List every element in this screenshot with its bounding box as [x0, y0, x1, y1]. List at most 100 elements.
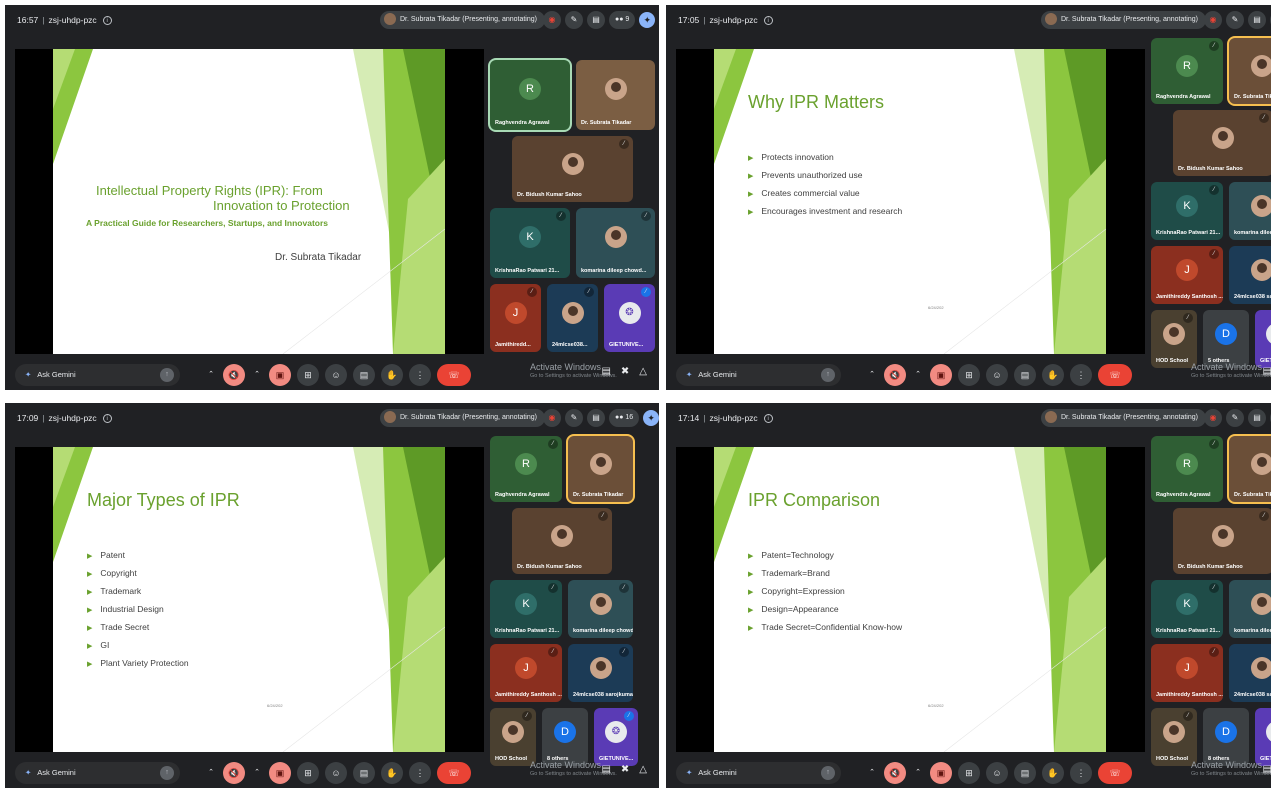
- participant-tile[interactable]: K ⁄ KrishnaRao Patwari 21...: [490, 208, 570, 278]
- raise-hand-icon[interactable]: ✋: [1042, 762, 1064, 784]
- host-controls-lock-icon[interactable]: △: [639, 764, 647, 775]
- camera-off-icon[interactable]: ▣: [930, 762, 952, 784]
- captions-icon[interactable]: ▤: [1014, 364, 1036, 386]
- emoji-icon[interactable]: ☺: [986, 364, 1008, 386]
- presenter-indicator[interactable]: Dr. Subrata Tikadar (Presenting, annotat…: [380, 11, 545, 29]
- info-icon[interactable]: i: [102, 414, 112, 424]
- present-icon[interactable]: ⊞: [297, 762, 319, 784]
- mic-options-chevron-icon[interactable]: ⌃: [866, 364, 878, 386]
- more-options-icon[interactable]: ⋮: [1070, 762, 1092, 784]
- gemini-badge-icon[interactable]: ✦: [643, 410, 659, 426]
- emoji-icon[interactable]: ☺: [325, 364, 347, 386]
- chat-icon[interactable]: ▤: [601, 764, 610, 775]
- participant-tile[interactable]: J ⁄ Jamithireddy Santhosh ...: [1151, 644, 1223, 702]
- mic-off-icon[interactable]: 🔇: [223, 364, 245, 386]
- send-arrow-icon[interactable]: ↑: [160, 368, 174, 382]
- participant-tile[interactable]: K ⁄ KrishnaRao Patwari 21...: [490, 580, 562, 638]
- participant-tile[interactable]: Dr. Subrata Tikadar: [1229, 38, 1271, 104]
- participant-tile[interactable]: Dr. Subrata Tikadar: [568, 436, 633, 502]
- emoji-icon[interactable]: ☺: [325, 762, 347, 784]
- end-call-icon[interactable]: ☏: [1098, 762, 1132, 784]
- gemini-badge-icon[interactable]: ✦: [639, 12, 656, 28]
- end-call-icon[interactable]: ☏: [437, 762, 471, 784]
- participant-tile[interactable]: ⁄komarina dileep chowd...: [576, 208, 655, 278]
- participant-tile[interactable]: J ⁄ Jamithireddy Santhosh ...: [490, 644, 562, 702]
- info-icon[interactable]: i: [102, 16, 112, 26]
- participant-tile[interactable]: Dr. Subrata Tikadar: [576, 60, 655, 130]
- mic-options-chevron-icon[interactable]: ⌃: [866, 762, 878, 784]
- participant-tile[interactable]: ⁄ 24mlcse038...: [547, 284, 598, 352]
- present-icon[interactable]: ⊞: [958, 762, 980, 784]
- camera-off-icon[interactable]: ▣: [269, 762, 291, 784]
- participant-tile[interactable]: ⁄komarina dileep chowd...: [1229, 580, 1271, 638]
- participant-tile[interactable]: D8 others: [1203, 708, 1249, 766]
- mic-options-chevron-icon[interactable]: ⌃: [205, 364, 217, 386]
- presenter-indicator[interactable]: Dr. Subrata Tikadar (Presenting, annotat…: [380, 409, 545, 427]
- participant-tile[interactable]: ⁄ Dr. Bidush Kumar Sahoo: [1173, 110, 1271, 176]
- participant-tile[interactable]: D8 others: [542, 708, 588, 766]
- mic-off-icon[interactable]: 🔇: [223, 762, 245, 784]
- annotate-icon[interactable]: ✎: [565, 11, 583, 29]
- participant-tile[interactable]: Dr. Subrata Tikadar: [1229, 436, 1271, 502]
- mic-options-chevron-icon[interactable]: ⌃: [205, 762, 217, 784]
- camera-options-chevron-icon[interactable]: ⌃: [912, 364, 924, 386]
- chat-icon[interactable]: ▤: [1262, 366, 1271, 377]
- more-options-icon[interactable]: ⋮: [409, 762, 431, 784]
- annotate-icon[interactable]: ✎: [1226, 11, 1244, 29]
- ask-gemini-input[interactable]: ✦ Ask Gemini ↑: [676, 762, 841, 784]
- layout-icon[interactable]: ▤: [1248, 409, 1266, 427]
- ask-gemini-input[interactable]: ✦ Ask Gemini ↑: [15, 364, 180, 386]
- layout-icon[interactable]: ▤: [587, 11, 605, 29]
- camera-options-chevron-icon[interactable]: ⌃: [912, 762, 924, 784]
- raise-hand-icon[interactable]: ✋: [381, 762, 403, 784]
- present-icon[interactable]: ⊞: [958, 364, 980, 386]
- camera-off-icon[interactable]: ▣: [269, 364, 291, 386]
- activities-icon[interactable]: ✖: [621, 366, 629, 377]
- participant-tile[interactable]: ⁄komarina dileep chowd...: [568, 580, 633, 638]
- info-icon[interactable]: i: [763, 16, 773, 26]
- participant-tile[interactable]: ❂⁄GIETUNIVE...: [1255, 708, 1271, 766]
- end-call-icon[interactable]: ☏: [1098, 364, 1132, 386]
- camera-options-chevron-icon[interactable]: ⌃: [251, 364, 263, 386]
- send-arrow-icon[interactable]: ↑: [821, 368, 835, 382]
- camera-off-icon[interactable]: ▣: [930, 364, 952, 386]
- camera-options-chevron-icon[interactable]: ⌃: [251, 762, 263, 784]
- people-count-button[interactable]: ●● 9: [609, 11, 636, 29]
- captions-icon[interactable]: ▤: [353, 762, 375, 784]
- presenter-indicator[interactable]: Dr. Subrata Tikadar (Presenting, annotat…: [1041, 11, 1206, 29]
- captions-icon[interactable]: ▤: [1014, 762, 1036, 784]
- chat-icon[interactable]: ▤: [1262, 764, 1271, 775]
- participant-tile[interactable]: ⁄ HOD School: [1151, 310, 1197, 368]
- ask-gemini-input[interactable]: ✦ Ask Gemini ↑: [15, 762, 180, 784]
- recording-icon[interactable]: ◉: [1204, 11, 1222, 29]
- activities-icon[interactable]: ✖: [621, 764, 629, 775]
- participant-tile[interactable]: R ⁄ Raghvendra Agrawal: [1151, 38, 1223, 104]
- participant-tile[interactable]: ⁄24mlcse038 sarojkuma...: [1229, 644, 1271, 702]
- info-icon[interactable]: i: [763, 414, 773, 424]
- end-call-icon[interactable]: ☏: [437, 364, 471, 386]
- people-count-button[interactable]: ●● 16: [609, 409, 640, 427]
- participant-tile[interactable]: ❂⁄GIETUNIVE...: [1255, 310, 1271, 368]
- participant-tile[interactable]: ❂⁄GIETUNIVE...: [594, 708, 638, 766]
- layout-icon[interactable]: ▤: [1248, 11, 1266, 29]
- annotate-icon[interactable]: ✎: [1226, 409, 1244, 427]
- recording-icon[interactable]: ◉: [1204, 409, 1222, 427]
- participant-tile[interactable]: ⁄24mlcse038 sarojkuma...: [1229, 246, 1271, 304]
- presenter-indicator[interactable]: Dr. Subrata Tikadar (Presenting, annotat…: [1041, 409, 1206, 427]
- send-arrow-icon[interactable]: ↑: [160, 766, 174, 780]
- participant-tile[interactable]: R ⁄ Raghvendra Agrawal: [1151, 436, 1223, 502]
- recording-icon[interactable]: ◉: [543, 409, 561, 427]
- participant-tile[interactable]: ⁄ HOD School: [490, 708, 536, 766]
- participant-tile[interactable]: K ⁄ KrishnaRao Patwari 21...: [1151, 182, 1223, 240]
- annotate-icon[interactable]: ✎: [565, 409, 583, 427]
- chat-icon[interactable]: ▤: [601, 366, 610, 377]
- participant-tile[interactable]: D5 others: [1203, 310, 1249, 368]
- recording-icon[interactable]: ◉: [543, 11, 561, 29]
- present-icon[interactable]: ⊞: [297, 364, 319, 386]
- ask-gemini-input[interactable]: ✦ Ask Gemini ↑: [676, 364, 841, 386]
- more-options-icon[interactable]: ⋮: [409, 364, 431, 386]
- participant-tile[interactable]: J ⁄ Jamithireddy Santhosh ...: [1151, 246, 1223, 304]
- participant-tile[interactable]: R ⁄ Raghvendra Agrawal: [490, 436, 562, 502]
- mic-off-icon[interactable]: 🔇: [884, 762, 906, 784]
- participant-tile[interactable]: ⁄komarina dileep chowd...: [1229, 182, 1271, 240]
